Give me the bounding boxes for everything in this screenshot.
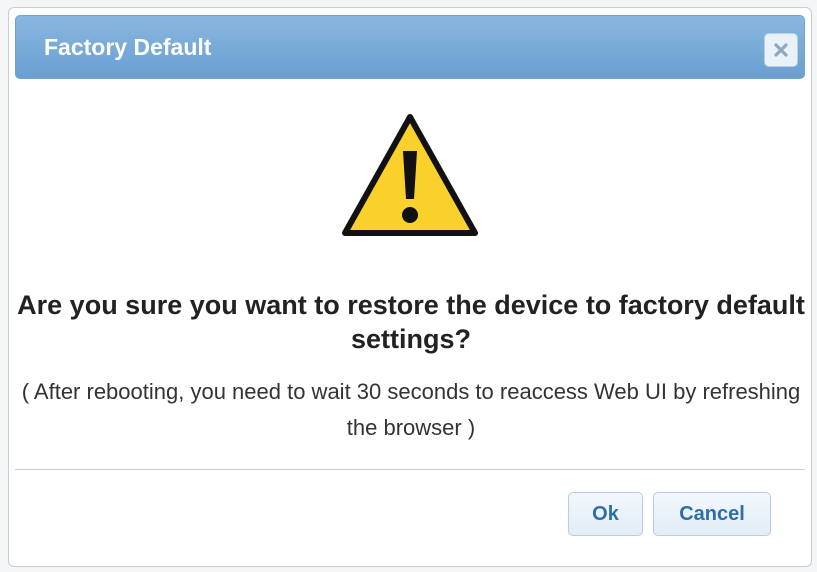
dialog-titlebar: Factory Default <box>15 15 805 79</box>
cancel-button[interactable]: Cancel <box>653 492 771 536</box>
reboot-note: ( After rebooting, you need to wait 30 s… <box>21 379 801 440</box>
close-icon <box>774 43 788 57</box>
dialog-title: Factory Default <box>44 34 212 60</box>
close-button[interactable] <box>764 33 798 67</box>
confirm-question: Are you sure you want to restore the dev… <box>17 290 805 354</box>
footer-divider <box>15 469 805 470</box>
warning-triangle-icon <box>342 114 478 236</box>
ok-button[interactable]: Ok <box>568 492 643 536</box>
factory-default-dialog: Factory Default Are you sure you want to… <box>8 7 812 567</box>
